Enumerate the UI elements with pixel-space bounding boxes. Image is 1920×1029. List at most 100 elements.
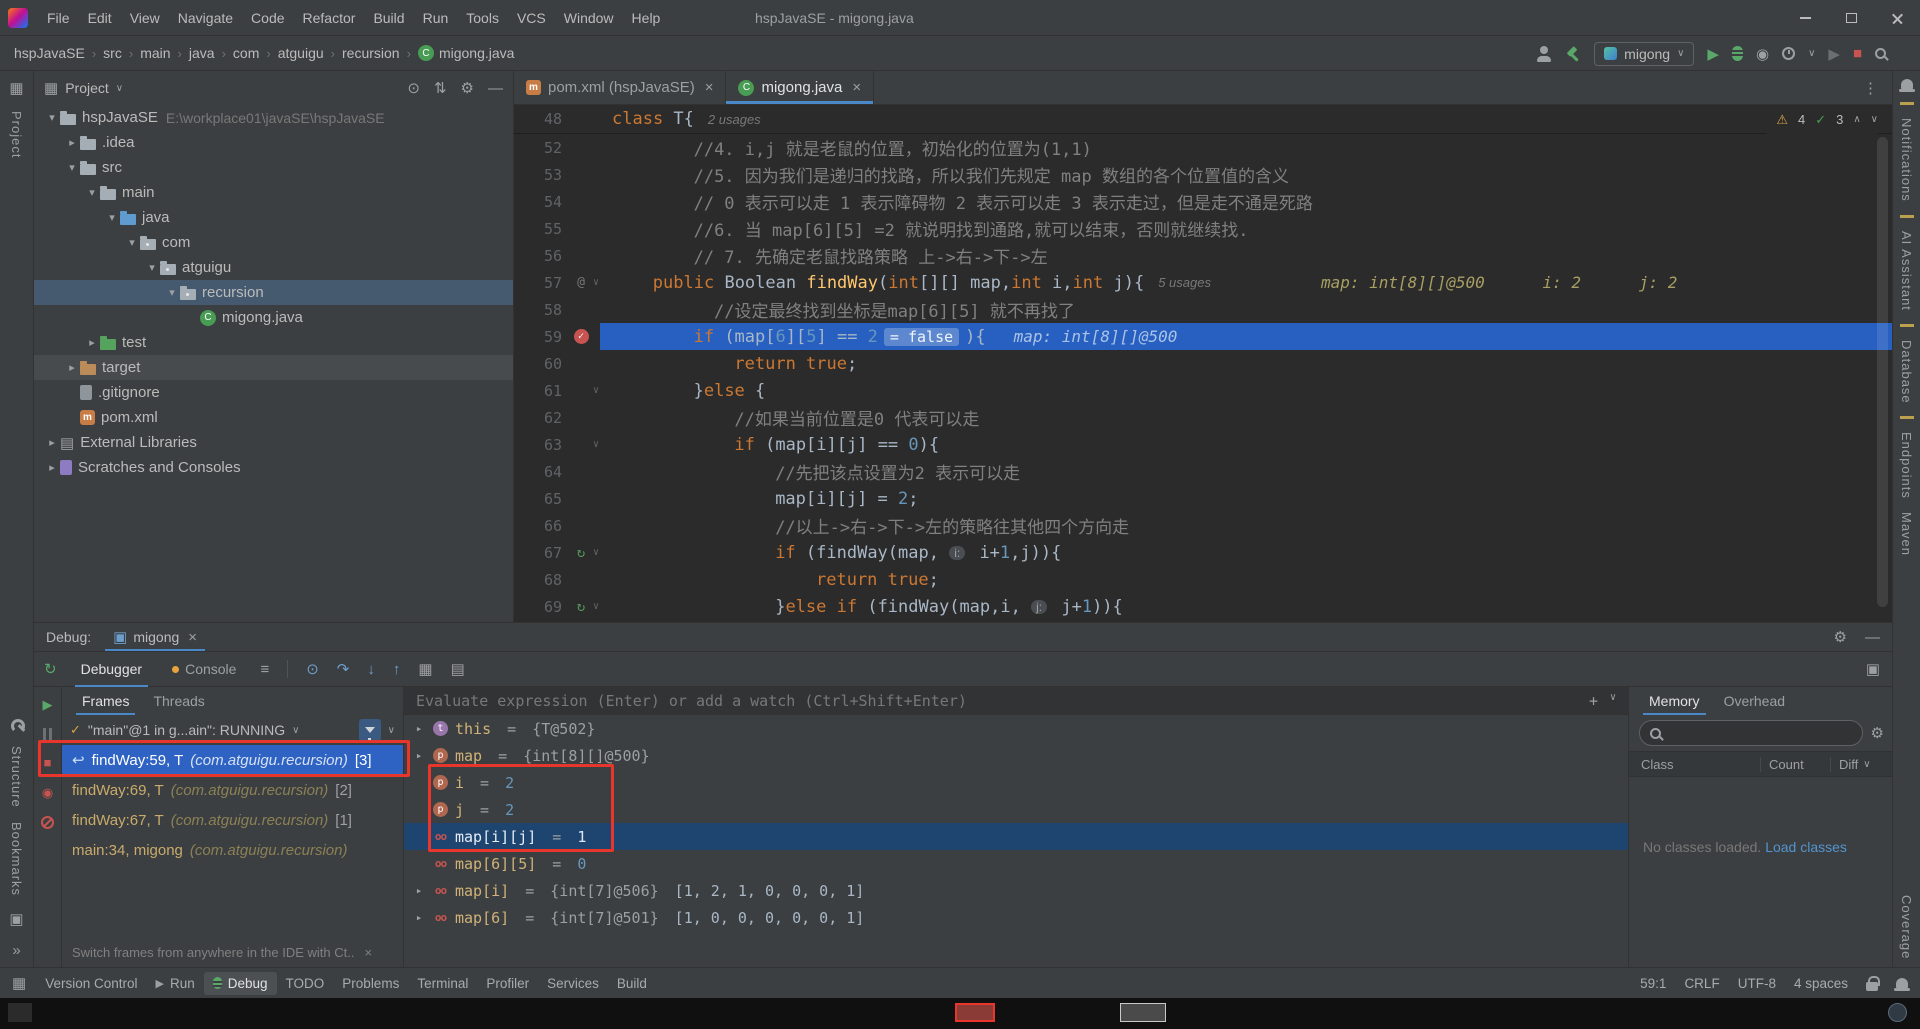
statusbar-item-todo[interactable]: TODO	[277, 972, 334, 995]
chevron-down-icon[interactable]: ▾	[44, 111, 60, 124]
chevron-down-icon[interactable]: ▾	[64, 161, 80, 174]
tab-memory[interactable]: Memory	[1639, 687, 1710, 715]
tree-item-test[interactable]: ▸ test	[34, 330, 513, 355]
show-execution-point-icon[interactable]: ⊙	[306, 660, 319, 678]
chevron-right-icon[interactable]: ▸	[64, 361, 80, 374]
fold-icon[interactable]: ∨	[593, 547, 599, 558]
chevron-right-icon[interactable]: ▸	[44, 436, 60, 449]
tree-item-recursion[interactable]: ▾ recursion	[34, 280, 513, 305]
chevron-down-icon[interactable]: ∨	[1808, 48, 1815, 59]
status-crlf[interactable]: CRLF	[1684, 976, 1719, 991]
chevron-down-icon[interactable]: ▾	[144, 261, 160, 274]
code-line-59[interactable]: 59 ✓ if (map[6][5] == 2= false){map: int…	[514, 323, 1892, 350]
debug-button[interactable]	[1732, 46, 1743, 61]
menu-vcs[interactable]: VCS	[508, 0, 555, 36]
stripe-item-bookmarks[interactable]: Bookmarks	[9, 822, 24, 896]
minimize-button[interactable]	[1782, 0, 1828, 36]
view-as-table-icon[interactable]: ▦	[418, 660, 432, 678]
notifications-bell-icon[interactable]	[1901, 79, 1913, 89]
fold-icon[interactable]: ∨	[593, 385, 599, 396]
run-configuration-select[interactable]: migong ∨	[1594, 42, 1694, 66]
debug-view-tab-console[interactable]: Console	[166, 651, 242, 687]
statusbar-item-build[interactable]: Build	[608, 972, 656, 995]
code-line-68[interactable]: 68 return true;	[514, 566, 1892, 593]
breadcrumb-com[interactable]: com	[233, 45, 259, 61]
statusbar-item-version-control[interactable]: Version Control	[36, 972, 146, 995]
chevron-right-icon[interactable]: ▸	[412, 884, 426, 897]
memory-search-input[interactable]	[1639, 720, 1863, 746]
tree-item-com[interactable]: ▾ com	[34, 230, 513, 255]
settings-layout-icon[interactable]: ▤	[451, 660, 465, 678]
code-line-60[interactable]: 60 return true;	[514, 350, 1892, 377]
editor-tab-pom-xml-hspjavase[interactable]: mpom.xml (hspJavaSE) ×	[514, 71, 726, 104]
chevron-right-icon[interactable]: ▸	[44, 461, 60, 474]
chevron-down-icon[interactable]: ∨	[388, 725, 395, 736]
tree-item-idea[interactable]: ▸ .idea	[34, 130, 513, 155]
minimize-panel-icon[interactable]: ―	[1865, 629, 1880, 646]
debug-view-tab-debugger[interactable]: Debugger	[75, 651, 149, 687]
variable-row-j[interactable]: pj = 2	[404, 796, 1628, 823]
column-class[interactable]: Class	[1629, 757, 1760, 772]
statusbar-item-terminal[interactable]: Terminal	[408, 972, 477, 995]
gear-icon[interactable]: ⚙	[461, 79, 474, 97]
chevron-right-icon[interactable]: ▸	[64, 136, 80, 149]
statusbar-item-debug[interactable]: Debug	[204, 972, 277, 995]
breadcrumb-recursion[interactable]: recursion	[342, 45, 400, 61]
tab-frames[interactable]: Frames	[72, 687, 139, 715]
chevron-down-icon[interactable]: ∨	[116, 83, 123, 94]
code-line-62[interactable]: 62 //如果当前位置是0 代表可以走	[514, 404, 1892, 431]
variable-row-map-6[interactable]: ▸ oomap[6] = {int[7]@501} [1, 0, 0, 0, 0…	[404, 904, 1628, 931]
stripe-item-project[interactable]: Project	[9, 111, 24, 158]
tree-item-pom-xml[interactable]: mpom.xml	[34, 405, 513, 430]
notifications-icon[interactable]	[1896, 978, 1908, 988]
code-line-63[interactable]: 63 ∨ if (map[i][j] == 0){	[514, 431, 1892, 458]
frame-row[interactable]: findWay:69, T (com.atguigu.recursion) [2…	[62, 775, 403, 805]
stripe-item-ai-assistant[interactable]: AI Assistant	[1899, 231, 1914, 311]
status-59-1[interactable]: 59:1	[1640, 976, 1666, 991]
restore-layout-icon[interactable]: ▣	[1866, 660, 1880, 678]
chevron-right-icon[interactable]: ▸	[84, 336, 100, 349]
menu-refactor[interactable]: Refactor	[294, 0, 365, 36]
fold-icon[interactable]: ∨	[593, 277, 599, 288]
search-everywhere-icon[interactable]	[1875, 48, 1886, 59]
statusbar-item-run[interactable]: ▶Run	[147, 972, 204, 995]
code-line-69[interactable]: 69 ↻∨ }else if (findWay(map,i, j: j+1)){	[514, 593, 1892, 620]
variable-row-this[interactable]: ▸ tthis = {T@502}	[404, 715, 1628, 742]
tree-item-java[interactable]: ▾ java	[34, 205, 513, 230]
code-line-61[interactable]: 61 ∨ }else {	[514, 377, 1892, 404]
inspections-widget[interactable]: ⚠ 4 ✓ 3 ∧ ∨	[1766, 105, 1878, 134]
recursive-call-icon[interactable]: ↻	[577, 545, 585, 561]
screenshot-icon[interactable]: ▣	[9, 910, 23, 928]
variable-row-map-i[interactable]: ▸ oomap[i] = {int[7]@506} [1, 2, 1, 0, 0…	[404, 877, 1628, 904]
code-line-53[interactable]: 53 //5. 因为我们是递归的找路，所以我们先规定 map 数组的各个位置值的…	[514, 161, 1892, 188]
menu-window[interactable]: Window	[555, 0, 623, 36]
taskbar-icon[interactable]	[8, 1003, 32, 1022]
code-line-52[interactable]: 52 //4. i,j 就是老鼠的位置，初始化的位置为(1,1)	[514, 134, 1892, 161]
stripe-item-database[interactable]: Database	[1899, 340, 1914, 404]
chevron-right-icon[interactable]: ▸	[412, 911, 426, 924]
code-line-64[interactable]: 64 //先把该点设置为2 表示可以走	[514, 458, 1892, 485]
resume-button[interactable]: ▶	[43, 697, 53, 713]
tree-item-external-libraries[interactable]: ▸ ▤External Libraries	[34, 430, 513, 455]
gear-icon[interactable]: ⚙	[1871, 724, 1884, 742]
stripe-item-coverage[interactable]: Coverage	[1899, 895, 1914, 959]
breadcrumb-migong-java[interactable]: Cmigong.java	[418, 45, 515, 61]
code-line-56[interactable]: 56 // 7. 先确定老鼠找路策略 上->右->下->左	[514, 242, 1892, 269]
build-project-icon[interactable]	[1565, 46, 1581, 62]
close-icon[interactable]: ×	[188, 629, 197, 646]
filter-toggle[interactable]	[359, 719, 381, 741]
frame-row[interactable]: ↩ findWay:59, T (com.atguigu.recursion) …	[62, 745, 403, 775]
step-over-icon[interactable]: ↷	[337, 660, 350, 678]
load-classes-link[interactable]: Load classes	[1765, 839, 1847, 855]
variable-row-map[interactable]: ▸ pmap = {int[8][]@500}	[404, 742, 1628, 769]
breadcrumb-hspjavase[interactable]: hspJavaSE	[14, 45, 85, 61]
statusbar-item-services[interactable]: Services	[538, 972, 608, 995]
add-watch-icon[interactable]: +	[1589, 692, 1598, 710]
code-line-58[interactable]: 58 //设定最终找到坐标是map[6][5] 就不再找了	[514, 296, 1892, 323]
menu-navigate[interactable]: Navigate	[169, 0, 242, 36]
layout-menu-icon[interactable]: ≡	[260, 661, 269, 678]
statusbar-item-problems[interactable]: Problems	[333, 972, 408, 995]
statusbar-item-profiler[interactable]: Profiler	[477, 972, 538, 995]
code-line-54[interactable]: 54 // 0 表示可以走 1 表示障碍物 2 表示可以走 3 表示走过，但是走…	[514, 188, 1892, 215]
prev-problem-icon[interactable]: ∧	[1853, 114, 1860, 125]
